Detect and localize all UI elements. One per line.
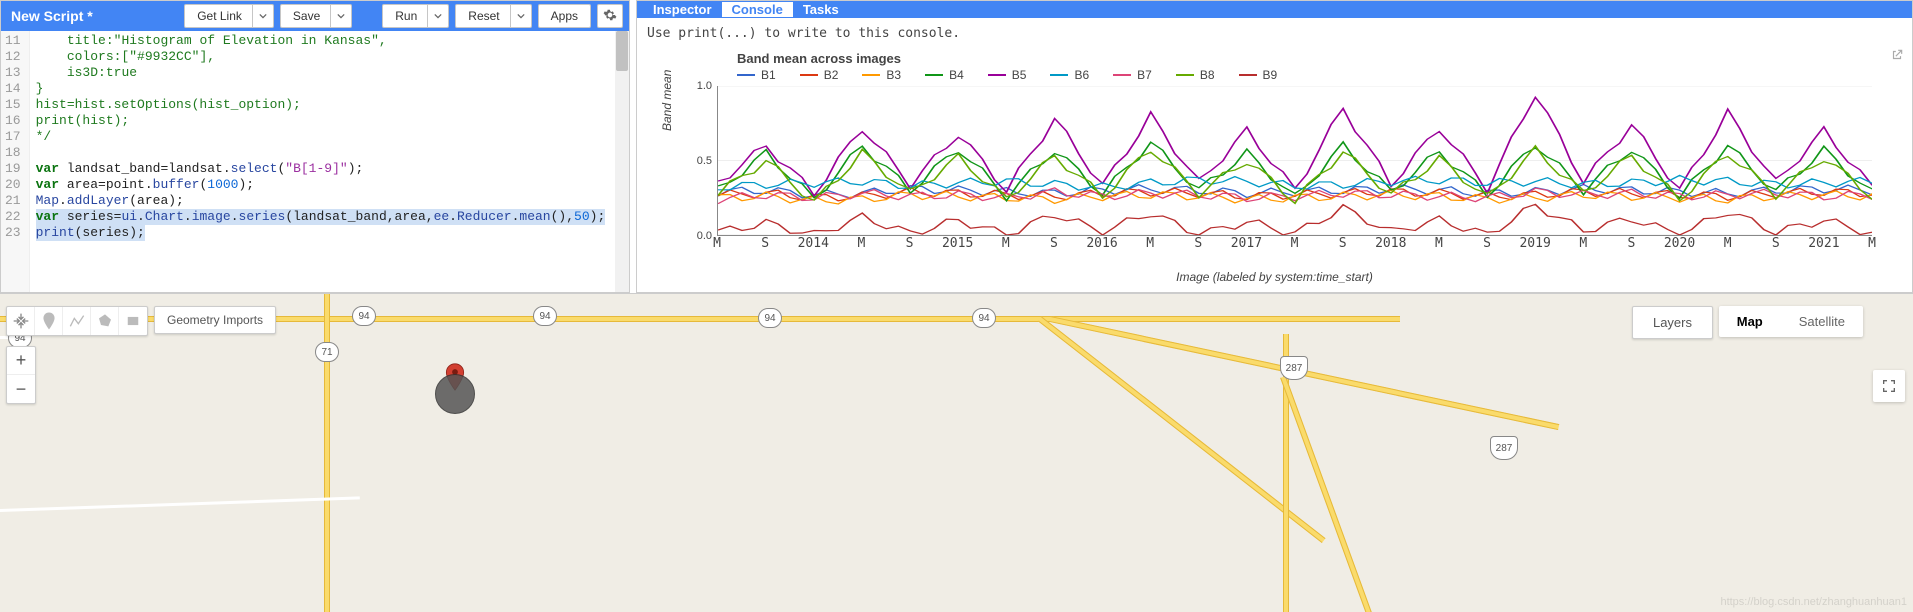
tab-console[interactable]: Console bbox=[722, 2, 793, 17]
tab-tasks[interactable]: Tasks bbox=[793, 2, 849, 17]
route-shield: 71 bbox=[315, 342, 339, 362]
reset-button[interactable]: Reset bbox=[455, 4, 531, 28]
point-tool[interactable] bbox=[35, 307, 63, 335]
route-shield-us: 287 bbox=[1490, 436, 1518, 460]
console-hint: Use print(...) to write to this console. bbox=[647, 26, 1902, 41]
map-type-satellite[interactable]: Satellite bbox=[1781, 306, 1863, 337]
route-shield: 94 bbox=[352, 306, 376, 326]
chevron-down-icon[interactable] bbox=[252, 5, 273, 27]
layers-button[interactable]: Layers bbox=[1632, 306, 1713, 339]
route-shield: 94 bbox=[533, 306, 557, 326]
code-content[interactable]: title:"Histogram of Elevation in Kansas"… bbox=[30, 31, 629, 292]
chart-plot-area: Band mean 0.00.51.0 bbox=[717, 86, 1872, 236]
road-minor bbox=[0, 496, 360, 512]
chevron-down-icon[interactable] bbox=[330, 5, 351, 27]
legend-item[interactable]: B8 bbox=[1176, 68, 1215, 82]
legend-item[interactable]: B6 bbox=[1050, 68, 1089, 82]
chart-legend: B1 B2 B3 B4 B5 B6 B7 B8 B9 bbox=[737, 68, 1902, 82]
settings-button[interactable] bbox=[597, 4, 623, 28]
route-shield: 94 bbox=[758, 308, 782, 328]
editor-scrollbar[interactable] bbox=[615, 31, 629, 292]
chevron-down-icon[interactable] bbox=[510, 5, 531, 27]
legend-item[interactable]: B7 bbox=[1113, 68, 1152, 82]
pan-tool[interactable] bbox=[7, 307, 35, 335]
chart: Band mean across images B1 B2 B3 B4 B5 B6 B7 B8… bbox=[647, 51, 1902, 284]
zoom-in-button[interactable]: + bbox=[7, 347, 35, 375]
line-gutter: 11121314151617181920212223 bbox=[1, 31, 30, 292]
road bbox=[1280, 376, 1375, 612]
legend-item[interactable]: B5 bbox=[988, 68, 1027, 82]
zoom-controls: + − bbox=[6, 346, 36, 404]
tab-inspector[interactable]: Inspector bbox=[643, 2, 722, 17]
buffer-circle bbox=[435, 374, 475, 414]
script-title: New Script * bbox=[7, 8, 93, 24]
chart-xaxis: MS2014MS2015MS2016MS2017MS2018MS2019MS20… bbox=[717, 236, 1872, 252]
line-tool[interactable] bbox=[63, 307, 91, 335]
watermark: https://blog.csdn.net/zhanghuanhuan1 bbox=[1720, 596, 1907, 608]
map-type-map[interactable]: Map bbox=[1719, 306, 1781, 337]
map-marker[interactable] bbox=[445, 363, 465, 394]
fullscreen-button[interactable] bbox=[1873, 370, 1905, 402]
legend-item[interactable]: B1 bbox=[737, 68, 776, 82]
fullscreen-icon bbox=[1881, 378, 1897, 394]
geometry-imports-button[interactable]: Geometry Imports bbox=[154, 306, 276, 334]
zoom-out-button[interactable]: − bbox=[7, 375, 35, 403]
rectangle-tool[interactable] bbox=[119, 307, 147, 335]
map-type-switch: Map Satellite bbox=[1719, 306, 1863, 337]
code-editor-panel: New Script * Get Link Save Run bbox=[0, 0, 630, 293]
chart-ylabel: Band mean bbox=[660, 69, 674, 130]
console-panel: InspectorConsoleTasks Use print(...) to … bbox=[636, 0, 1913, 293]
route-shield: 94 bbox=[972, 308, 996, 328]
get-link-button[interactable]: Get Link bbox=[184, 4, 274, 28]
polygon-tool[interactable] bbox=[91, 307, 119, 335]
editor-header: New Script * Get Link Save Run bbox=[1, 1, 629, 31]
save-button[interactable]: Save bbox=[280, 4, 352, 28]
chart-xlabel: Image (labeled by system:time_start) bbox=[647, 270, 1902, 284]
code-area[interactable]: 11121314151617181920212223 title:"Histog… bbox=[1, 31, 629, 292]
gear-icon bbox=[603, 8, 617, 25]
map[interactable]: 94 94 94 94 71 94 287 287 Geometry Impor… bbox=[0, 293, 1913, 612]
drawing-tools bbox=[6, 306, 148, 336]
legend-item[interactable]: B3 bbox=[862, 68, 901, 82]
chart-title: Band mean across images bbox=[737, 51, 1902, 66]
route-shield-us: 287 bbox=[1280, 356, 1308, 380]
run-button[interactable]: Run bbox=[382, 4, 449, 28]
legend-item[interactable]: B4 bbox=[925, 68, 964, 82]
apps-button[interactable]: Apps bbox=[538, 4, 591, 28]
chevron-down-icon[interactable] bbox=[427, 5, 448, 27]
legend-item[interactable]: B9 bbox=[1239, 68, 1278, 82]
console-header: InspectorConsoleTasks bbox=[637, 1, 1912, 18]
legend-item[interactable]: B2 bbox=[800, 68, 839, 82]
